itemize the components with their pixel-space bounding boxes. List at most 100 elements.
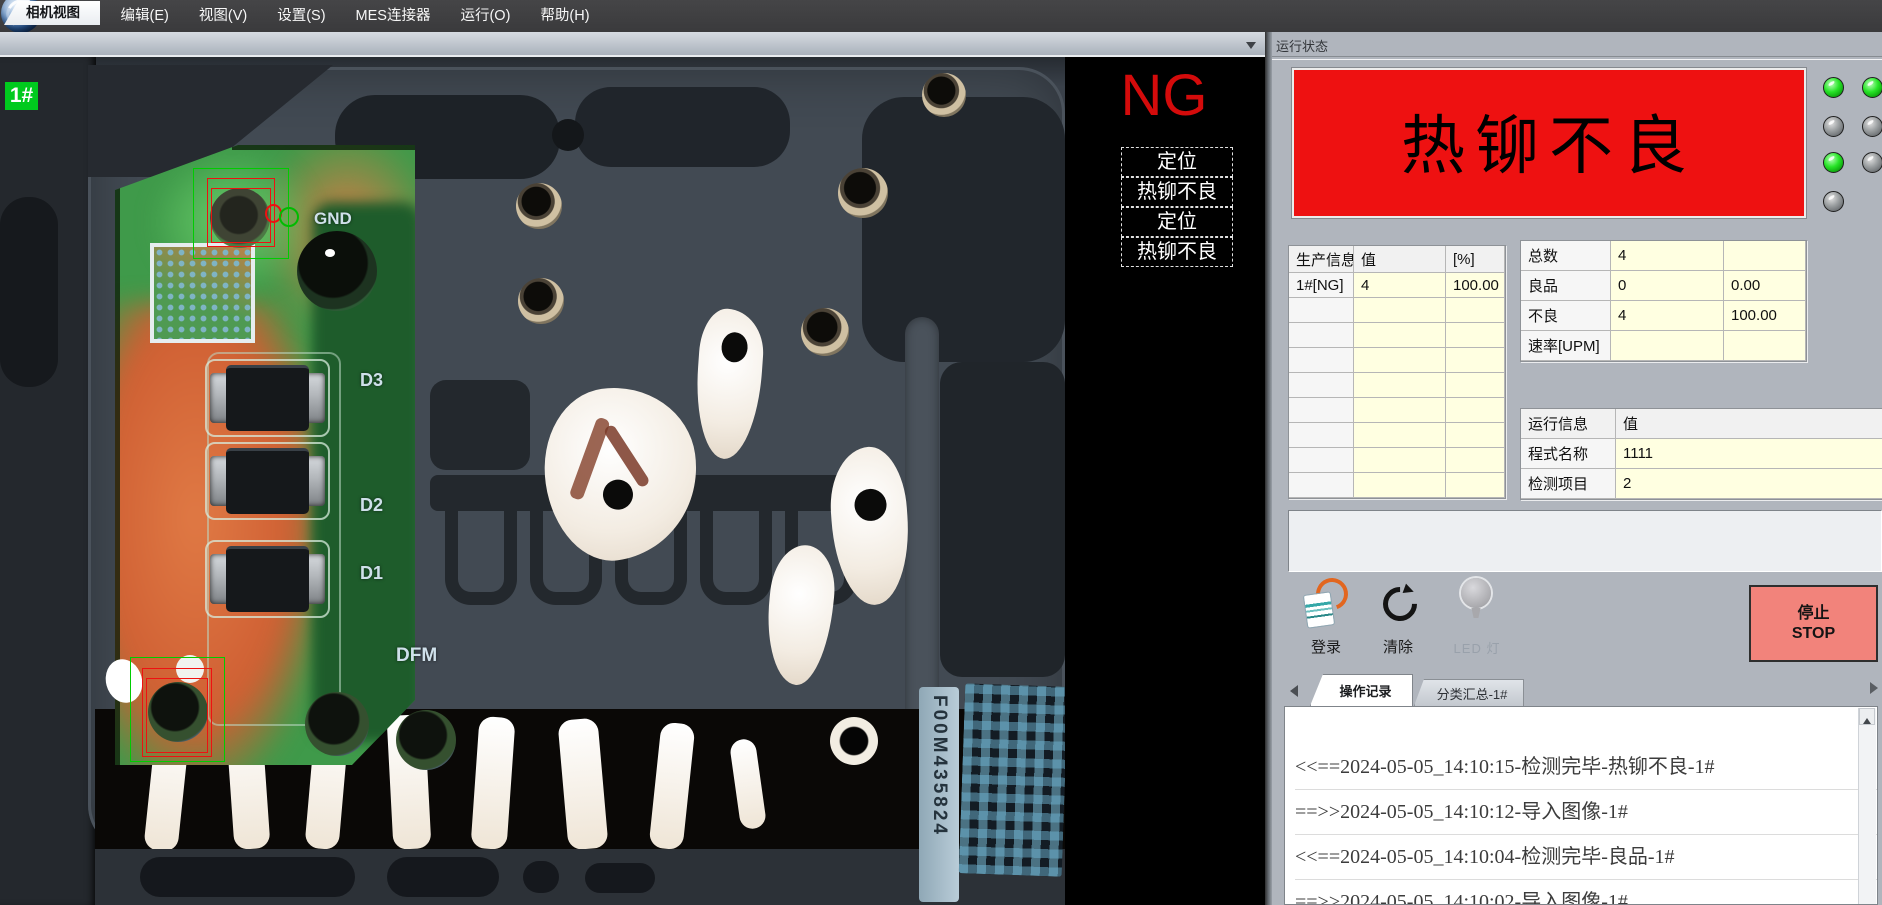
silkscreen-d1: D1: [360, 563, 383, 584]
log-list: <<==2024-05-05_14:10:15-检测完毕-热铆不良-1#==>>…: [1285, 707, 1877, 905]
stats-table: 总数4良品00.00不良4100.00速率[UPM]: [1520, 240, 1807, 362]
badge-icon: [1303, 591, 1335, 629]
led-light-label[interactable]: LED 灯: [1444, 638, 1510, 657]
plated-hole: [838, 168, 888, 218]
table-cell: [1354, 373, 1446, 398]
tab-summary[interactable]: 分类汇总-1#: [1414, 679, 1524, 706]
refresh-icon: [1376, 580, 1424, 628]
silkscreen-dfm: DFM: [396, 645, 437, 667]
serial-number: F00M435824: [919, 687, 959, 902]
table-header-cell: 运行信息: [1521, 409, 1616, 439]
table-cell: [1354, 423, 1446, 448]
table-cell: 100.00: [1724, 301, 1806, 331]
menu-bar: 文件(F)编辑(E)视图(V)设置(S)MES连接器运行(O)帮助(H): [0, 0, 1882, 32]
tab-scroll-right-icon[interactable]: [1870, 682, 1882, 694]
menu-item[interactable]: 编辑(E): [106, 0, 184, 32]
component-d1: [210, 546, 325, 612]
status-led: [1823, 191, 1844, 212]
table-cell: 检测项目: [1521, 469, 1616, 499]
led-light-button[interactable]: [1460, 578, 1494, 622]
tab-scroll-left-icon[interactable]: [1284, 685, 1298, 697]
login-button[interactable]: [1305, 578, 1345, 626]
table-cell: 总数: [1521, 241, 1611, 271]
log-entry: <<==2024-05-05_14:10:04-检测完毕-良品-1#: [1295, 835, 1877, 880]
menu: 文件(F)编辑(E)视图(V)设置(S)MES连接器运行(O)帮助(H): [0, 0, 1882, 32]
table-header-cell: 生产信息: [1289, 246, 1354, 273]
check-result-label: 定位: [1121, 147, 1233, 177]
tab-operation-log[interactable]: 操作记录: [1310, 674, 1413, 706]
menu-item[interactable]: 运行(O): [445, 0, 525, 32]
table-cell: 100.00: [1446, 273, 1505, 298]
table-cell: [1446, 473, 1505, 498]
divider: [1272, 56, 1882, 60]
table-cell: 速率[UPM]: [1521, 331, 1611, 361]
run-status-panel: 运行状态 热铆不良 生产信息值[%]1#[NG]4100.00 总数4良品00.…: [1272, 32, 1882, 905]
table-cell: [1446, 423, 1505, 448]
table-header-cell: 值: [1354, 246, 1446, 273]
login-label[interactable]: 登录: [1298, 636, 1354, 657]
scroll-up-icon[interactable]: [1859, 708, 1875, 725]
check-result-label: 热铆不良: [1121, 237, 1233, 267]
table-cell: [1354, 448, 1446, 473]
log-entry: ==>>2024-05-05_14:10:12-导入图像-1#: [1295, 790, 1877, 835]
fixture-slot: [0, 197, 58, 387]
silkscreen-d2: D2: [360, 495, 383, 516]
lightbulb-base: [1470, 608, 1482, 618]
status-led: [1823, 116, 1844, 137]
pane-splitter[interactable]: [1265, 32, 1272, 905]
menu-item[interactable]: 帮助(H): [525, 0, 604, 32]
table-cell: [1289, 398, 1354, 423]
table-cell: [1446, 348, 1505, 373]
status-led: [1862, 77, 1882, 98]
table-cell: [1354, 298, 1446, 323]
stop-label-cn: 停止: [1797, 604, 1829, 624]
datamatrix-barcode: [959, 683, 1065, 876]
log-scrollbar[interactable]: [1858, 708, 1876, 904]
table-cell: 不良: [1521, 301, 1611, 331]
table-header-cell: [%]: [1446, 246, 1505, 273]
run-info-table: 运行信息值程式名称1111检测项目2: [1520, 408, 1882, 500]
fixture-channel: [700, 509, 772, 605]
view-tab-strip: [0, 32, 1265, 57]
check-result-label: 定位: [1121, 207, 1233, 237]
log-entry: <<==2024-05-05_14:10:15-检测完毕-热铆不良-1#: [1295, 745, 1877, 790]
table-cell: [1446, 298, 1505, 323]
table-cell: [1289, 323, 1354, 348]
roi-box-red: [142, 668, 212, 757]
table-cell: [1354, 398, 1446, 423]
table-cell: [1446, 373, 1505, 398]
silkscreen-gnd: GND: [314, 209, 352, 229]
table-cell: [1354, 473, 1446, 498]
table-cell: [1354, 323, 1446, 348]
table-cell: [1289, 448, 1354, 473]
fixture-channel: [445, 509, 517, 605]
table-cell: 1111: [1616, 439, 1882, 469]
clear-label[interactable]: 清除: [1372, 636, 1424, 657]
log-entry: ==>>2024-05-05_14:10:02-导入图像-1#: [1295, 880, 1877, 905]
menu-item[interactable]: 视图(V): [184, 0, 262, 32]
table-cell: [1446, 398, 1505, 423]
plated-hole: [801, 308, 849, 356]
stop-label-en: STOP: [1792, 624, 1835, 644]
menu-item[interactable]: 设置(S): [262, 0, 340, 32]
menu-item[interactable]: MES连接器: [341, 0, 446, 32]
camera-index-badge: 1#: [5, 82, 38, 110]
table-cell: 4: [1611, 241, 1724, 271]
component-d2: [210, 448, 325, 514]
table-cell: [1446, 448, 1505, 473]
status-led: [1823, 152, 1844, 173]
message-panel: [1288, 510, 1882, 572]
table-cell: [1354, 348, 1446, 373]
fixture-recess: [940, 362, 1065, 677]
table-cell: [1289, 473, 1354, 498]
tab-camera-view[interactable]: 相机视图: [4, 1, 100, 25]
table-header-cell: 值: [1616, 409, 1882, 439]
lightbulb-icon: [1461, 578, 1491, 608]
plated-hole: [518, 278, 564, 324]
chevron-down-icon[interactable]: [1246, 42, 1256, 54]
stop-button[interactable]: 停止 STOP: [1749, 585, 1878, 662]
clear-button[interactable]: [1382, 584, 1414, 616]
table-cell: [1289, 298, 1354, 323]
table-cell: [1611, 331, 1724, 361]
rivet-hole: [396, 710, 456, 770]
